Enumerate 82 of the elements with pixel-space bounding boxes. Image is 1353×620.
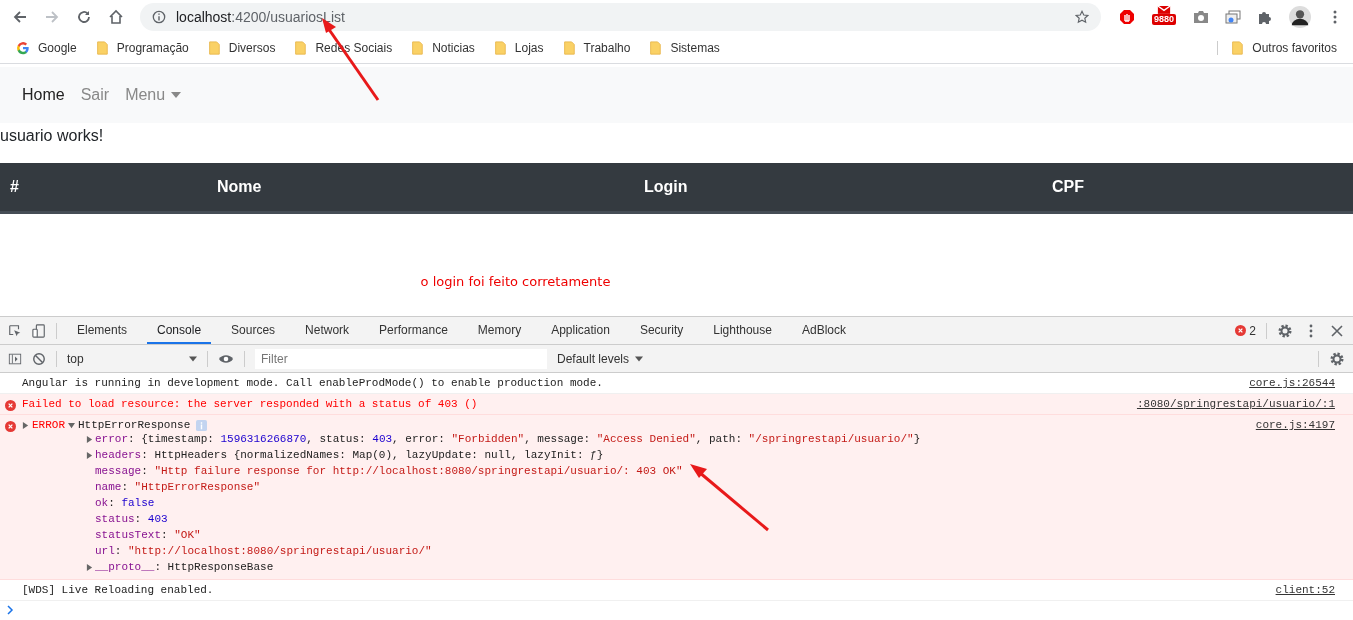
expand-arrow-icon[interactable] <box>22 421 29 429</box>
expand-arrow-icon[interactable] <box>86 435 93 443</box>
address-bar[interactable]: localhost:4200/usuariosList <box>140 2 1101 31</box>
error-icon <box>5 421 16 432</box>
settings-icon[interactable] <box>1277 322 1293 339</box>
caret-icon <box>635 355 644 362</box>
nav-link[interactable]: Home <box>22 86 65 104</box>
devtools-tab[interactable]: Application <box>541 317 620 344</box>
source-link[interactable]: core.js:4197 <box>1255 419 1335 431</box>
property-line: message: "Http failure response for http://localhost:8080/springrestapi/usuario/: 403 OK" <box>95 465 683 477</box>
folder-icon <box>94 41 109 55</box>
filter-field[interactable]: Filter <box>255 348 547 369</box>
folder-icon <box>648 41 663 55</box>
devtools-tab[interactable]: AdBlock <box>791 317 856 344</box>
bookmark[interactable]: Programação <box>90 41 193 55</box>
source-link[interactable]: :8080/springrestapi/usuario/:1 <box>1136 398 1335 410</box>
folder-icon <box>561 41 576 55</box>
devtools-tab[interactable]: Memory <box>467 317 532 344</box>
device-icon[interactable] <box>32 323 46 338</box>
folder-icon <box>293 41 308 55</box>
home-icon[interactable] <box>108 8 124 25</box>
property-line: __proto__: HttpResponseBase <box>95 561 274 573</box>
bookmark[interactable]: Sistemas <box>644 41 724 55</box>
google-logo <box>16 41 30 55</box>
folder-icon <box>1230 41 1245 55</box>
error-icon <box>5 400 16 411</box>
info-icon <box>196 419 208 431</box>
expand-arrow-icon[interactable] <box>86 451 93 459</box>
levels-dropdown[interactable]: Default levels <box>557 351 644 366</box>
console-message: ERROR <box>32 419 65 431</box>
devtools-tab[interactable]: Elements <box>67 317 138 344</box>
bookmark[interactable]: Outros favoritos <box>1217 41 1341 55</box>
property-line: statusText: "OK" <box>95 529 201 541</box>
settings-icon[interactable] <box>1329 350 1345 367</box>
property-line: status: 403 <box>95 513 168 525</box>
windows-icon[interactable] <box>1225 8 1241 25</box>
object-name: HttpErrorResponse <box>78 419 191 431</box>
property-line: name: "HttpErrorResponse" <box>95 481 261 493</box>
devtools-tab[interactable]: Network <box>295 317 360 344</box>
bookmark[interactable]: Lojas <box>488 41 548 55</box>
sidebar-icon[interactable] <box>8 351 22 366</box>
close-icon[interactable] <box>1329 322 1345 339</box>
info-icon <box>152 9 166 24</box>
column-header: CPF <box>1051 178 1085 196</box>
clear-icon[interactable] <box>32 351 46 366</box>
devtools-tab[interactable]: Lighthouse <box>703 317 782 344</box>
property-line: headers: HttpHeaders {normalizedNames: Map(0), lazyUpdate: null, lazyInit: ƒ} <box>95 449 604 461</box>
inspect-icon[interactable] <box>8 323 22 338</box>
camera-icon[interactable] <box>1193 8 1209 25</box>
page-heading: usuario works! <box>0 126 105 146</box>
source-link[interactable]: core.js:26544 <box>1249 377 1335 389</box>
expand-arrow-icon[interactable] <box>68 421 75 429</box>
source-link[interactable]: client:52 <box>1275 584 1335 596</box>
property-line: error: {timestamp: 1596316266870, status: 403, error: "Forbidden", message: "Access Denied", path: "/springrestapi/usuario/"} <box>95 433 921 445</box>
context-select[interactable]: top <box>67 351 197 366</box>
console-message: [WDS] Live Reloading enabled. <box>22 584 214 596</box>
console-message: Failed to load resource: the server responded with a status of 403 () <box>22 398 478 410</box>
property-line: ok: false <box>95 497 155 509</box>
star-icon[interactable] <box>1075 9 1089 24</box>
folder-icon <box>492 41 507 55</box>
column-header: Login <box>643 178 689 196</box>
devtools-tab[interactable]: Sources <box>221 317 286 344</box>
reload-icon[interactable] <box>76 8 92 25</box>
expand-arrow-icon[interactable] <box>86 563 93 571</box>
folder-icon <box>410 41 425 55</box>
caret-icon <box>189 355 197 362</box>
error-counter[interactable]: 2 <box>1235 323 1256 338</box>
folder-icon <box>206 41 221 55</box>
console-message: Angular is running in development mode. Call enableProdMode() to enable production mode. <box>22 377 603 389</box>
devtools-tab[interactable]: Security <box>629 317 694 344</box>
bookmark[interactable]: Google <box>12 41 81 55</box>
bookmark[interactable]: Diversos <box>202 41 280 55</box>
bookmark[interactable]: Trabalho <box>557 41 635 55</box>
bookmark[interactable]: Noticias <box>406 41 479 55</box>
column-header: # <box>9 178 20 196</box>
prompt-icon[interactable] <box>6 605 14 615</box>
status-message: o login foi feito corretamente <box>419 274 612 289</box>
avatar-icon[interactable] <box>1289 5 1311 28</box>
column-header: Nome <box>216 178 263 196</box>
devtools-tab[interactable]: Performance <box>369 317 458 344</box>
property-line: url: "http://localhost:8080/springrestapi/usuario/" <box>95 545 432 557</box>
back-icon[interactable] <box>12 8 28 25</box>
